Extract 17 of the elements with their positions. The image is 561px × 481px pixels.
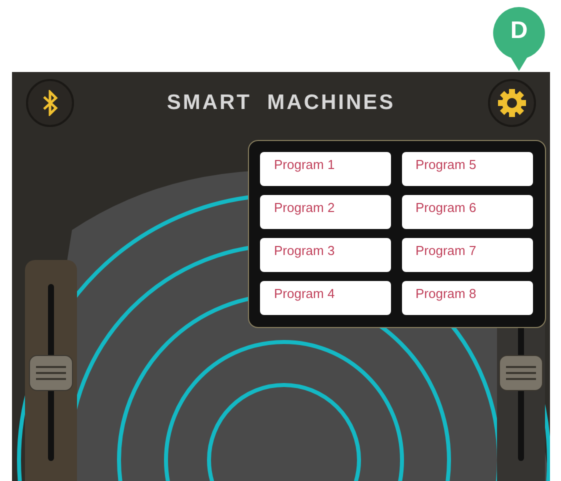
app-title: SMART MACHINES: [166, 90, 396, 116]
program-button[interactable]: Program 1: [260, 152, 391, 186]
program-button[interactable]: Program 5: [402, 152, 532, 186]
callout-label: D: [509, 19, 529, 43]
program-button[interactable]: Program 3: [260, 238, 391, 272]
program-button[interactable]: Program 2: [260, 195, 391, 229]
slider-thumb[interactable]: [29, 354, 73, 390]
volume-slider[interactable]: [25, 260, 77, 481]
bluetooth-icon: [42, 90, 58, 116]
settings-icon: [497, 88, 527, 118]
bluetooth-button[interactable]: [26, 79, 74, 127]
settings-button[interactable]: [488, 79, 536, 127]
program-button[interactable]: Program 7: [402, 238, 532, 272]
program-button[interactable]: Program 6: [402, 195, 532, 229]
program-button[interactable]: Program 4: [260, 281, 391, 315]
slider-thumb[interactable]: [499, 354, 543, 390]
program-button[interactable]: Program 8: [402, 281, 532, 315]
